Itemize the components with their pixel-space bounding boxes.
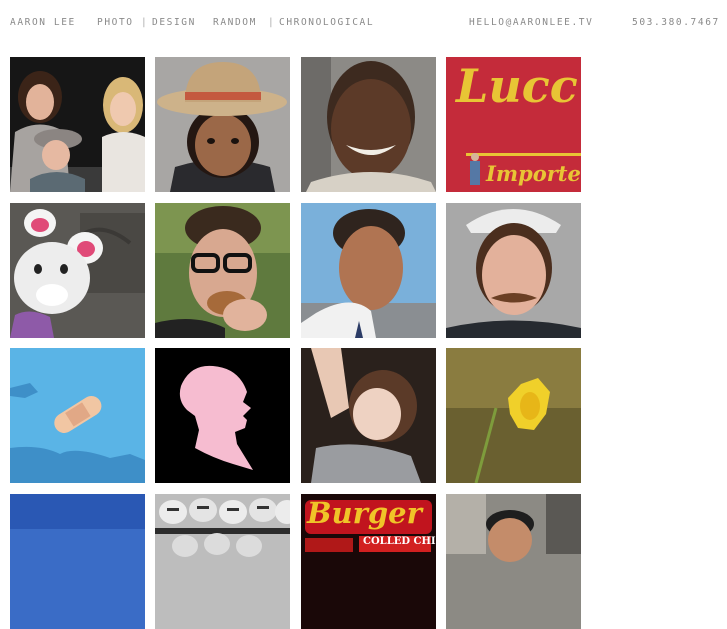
- thumb-silhouette-design[interactable]: [155, 348, 290, 483]
- thumb-image: [301, 203, 436, 338]
- imported-sign-text: Imported: [486, 161, 581, 186]
- thumb-lanterns-photo[interactable]: [155, 494, 290, 629]
- thumb-image: [155, 494, 290, 629]
- thumb-image: [10, 348, 145, 483]
- thumb-smiling-man-photo[interactable]: [301, 57, 436, 192]
- email-link[interactable]: hello@aaronlee.tv: [469, 17, 593, 28]
- thumb-daffodil-photo[interactable]: [446, 348, 581, 483]
- thumb-image: [10, 203, 145, 338]
- thumb-bandage-map-design[interactable]: [10, 348, 145, 483]
- thumb-image: [155, 57, 290, 192]
- thumb-girl-dancing-photo[interactable]: [301, 348, 436, 483]
- top-navigation: aaron lee photo | design random | chrono…: [0, 0, 727, 46]
- thumb-lucca-sign-photo[interactable]: Lucc Imported: [446, 57, 581, 192]
- thumb-man-eating-photo[interactable]: [155, 203, 290, 338]
- thumb-image: [10, 494, 145, 629]
- thumb-street-man-photo[interactable]: [446, 494, 581, 629]
- nav-random-link[interactable]: random: [213, 17, 257, 28]
- thumb-boy-straw-hat-photo[interactable]: [155, 57, 290, 192]
- thumb-image: [155, 203, 290, 338]
- lucca-sign-text: Lucc: [456, 59, 578, 113]
- nav-photo-link[interactable]: photo: [97, 17, 134, 28]
- thumb-image: [155, 348, 290, 483]
- chicken-sign-text: COLLED CHICKE: [363, 536, 436, 547]
- thumb-image: [301, 57, 436, 192]
- thumb-image: [10, 57, 145, 192]
- nav-chronological-link[interactable]: chronological: [279, 17, 374, 28]
- thumb-image: [446, 348, 581, 483]
- thumb-image: [301, 348, 436, 483]
- thumb-blue-sky-photo[interactable]: [10, 494, 145, 629]
- site-name-link[interactable]: aaron lee: [10, 17, 76, 28]
- thumb-burger-sign-photo[interactable]: Burger COLLED CHICKE: [301, 494, 436, 629]
- thumb-bunny-costume-photo[interactable]: [10, 203, 145, 338]
- thumb-image: [446, 203, 581, 338]
- nav-separator: |: [141, 17, 149, 28]
- nav-separator: |: [268, 17, 276, 28]
- burger-sign-text: Burger: [307, 496, 422, 530]
- thumb-man-sky-photo[interactable]: [301, 203, 436, 338]
- thumb-image: [446, 494, 581, 629]
- nav-design-link[interactable]: design: [152, 17, 196, 28]
- thumb-mustache-man-photo[interactable]: [446, 203, 581, 338]
- thumb-three-women-photo[interactable]: [10, 57, 145, 192]
- phone-number: 503.380.7467: [632, 17, 720, 28]
